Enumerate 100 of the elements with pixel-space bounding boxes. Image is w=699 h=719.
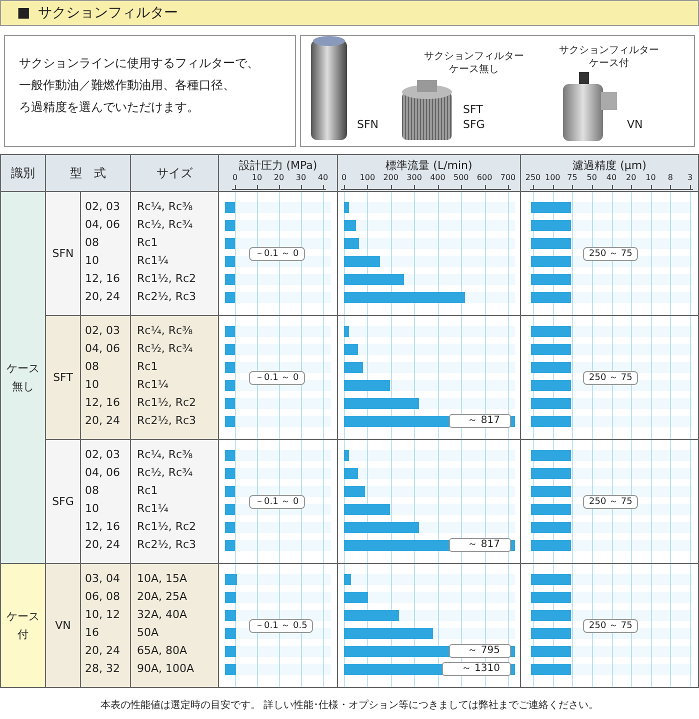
axis-tick-label: 700 [500,173,516,183]
port-size: Rc1½, Rc2 [137,519,198,535]
axis-tick-label: 10 [646,173,656,183]
value-tooltip: ～ 795 [448,644,511,658]
port-size: Rc½, Rc¾ [137,341,194,357]
size-number: 04, 06 [85,465,121,481]
value-tooltip: ～ 817 [448,538,511,552]
port-size: Rc1¼ [137,253,170,269]
product-caption: ケース無し [449,63,499,76]
port-size: Rc1 [137,359,159,375]
size-number: 06, 08 [85,589,121,605]
size-number: 20, 24 [85,289,121,305]
port-size: Rc2½, Rc3 [137,537,198,553]
size-number: 16 [85,625,100,641]
port-size: Rc1½, Rc2 [137,271,198,287]
size-number: 04, 06 [85,217,121,233]
range-tooltip: －0.1 ～ 0 [249,494,305,508]
axis-tick-label: 8 [668,173,673,183]
port-size: Rc1¼ [137,501,170,517]
axis-tick-label: 100 [544,173,560,183]
size-number: 20, 24 [85,413,121,429]
size-number: 10, 12 [85,607,121,623]
axis-tick-label: 10 [252,173,262,183]
category-cell: ケース 無し [0,192,46,564]
intro-text: ろ過精度を選んでいただけます。 [19,99,200,116]
port-size: 32A, 40A [137,607,188,623]
model-cell: SFN [46,192,80,316]
size-number: 08 [85,235,100,251]
square-bullet: ■ [17,5,30,21]
model-cell: VN [46,564,80,688]
axis-tick-label: 300 [406,173,422,183]
section-title: サクションフィルター [38,4,178,22]
port-size: Rc½, Rc¾ [137,217,194,233]
port-size: Rc1 [137,235,159,251]
model-cell: SFG [46,440,80,564]
range-tooltip: －0.1 ～ 0 [249,246,305,260]
port-size: Rc1¼ [137,377,170,393]
product-caption: ケース付 [589,57,629,70]
model-label: VN [627,117,643,132]
size-number: 02, 03 [85,323,121,339]
port-size: Rc¼, Rc⅜ [137,199,194,215]
model-cell: SFT [46,316,80,440]
axis-tick-label: 600 [476,173,492,183]
axis-tick-label: 500 [454,173,469,183]
axis-tick-label: 400 [430,173,446,183]
port-size: Rc2½, Rc3 [137,289,198,305]
intro-text: 一般作動油／難燃作動油用、各種口径、 [19,77,236,94]
port-size: 10A, 15A [137,571,188,587]
size-number: 08 [85,483,100,499]
size-number: 10 [85,501,100,517]
value-tooltip: ～ 1310 [442,662,511,676]
intro-text: サクションラインに使用するフィルターで、 [19,55,260,72]
axis-tick-label: 40 [318,173,328,183]
model-label: SFT [463,102,484,117]
port-size: Rc1 [137,483,159,499]
footnote: 本表の性能値は選定時の目安です。 詳しい性能･仕様・オプション等につきましては弊社までご連絡ください。 [99,698,600,712]
model-label: SFG [463,117,485,132]
axis-tick-label: 3 [687,173,693,183]
range-tooltip: －0.1 ～ 0.5 [249,618,314,632]
size-number: 20, 24 [85,537,121,553]
port-size: Rc¼, Rc⅜ [137,323,194,339]
size-number: 28, 32 [85,661,121,677]
range-tooltip: 250 ～ 75 [583,370,638,384]
axis-tick-label: 0 [341,173,347,183]
range-tooltip: 250 ～ 75 [583,246,638,260]
column-title: 濾過精度 (μm) [572,158,648,173]
strainer-element-drawing [399,78,455,142]
size-number: 12, 16 [85,395,121,411]
size-number: 12, 16 [85,271,121,287]
category-cell: ケース 付 [0,564,46,688]
value-tooltip: ～ 817 [448,414,511,428]
port-size: 90A, 100A [137,661,196,677]
size-number: 02, 03 [85,447,121,463]
axis-tick-label: 20 [274,173,284,183]
column-header: 型 式 [46,154,130,192]
axis-tick-label: 40 [606,173,617,183]
column-header: 識別 [0,154,46,192]
size-number: 20, 24 [85,643,121,659]
product-caption: サクションフィルター [424,50,524,63]
port-size: Rc2½, Rc3 [137,413,198,429]
range-tooltip: 250 ～ 75 [583,494,638,508]
size-number: 04, 06 [85,341,121,357]
column-title: 標準流量 (L/min) [384,158,474,173]
axis-tick-label: 20 [626,173,636,183]
axis-tick-label: 30 [296,173,306,183]
size-number: 03, 04 [85,571,121,587]
model-label: SFN [357,117,379,132]
product-caption: サクションフィルター [559,44,659,57]
port-size: Rc¼, Rc⅜ [137,447,194,463]
axis-tick-label: 0 [232,173,238,183]
range-tooltip: －0.1 ～ 0 [249,370,305,384]
axis-tick-label: 75 [567,173,578,183]
axis-tick-label: 50 [586,173,597,183]
size-number: 02, 03 [85,199,121,215]
size-number: 12, 16 [85,519,121,535]
size-number: 08 [85,359,100,375]
column-title: 設計圧力 (MPa) [238,158,318,173]
axis-tick-label: 200 [383,173,398,183]
port-size: 65A, 80A [137,643,188,659]
axis-tick-label: 100 [360,173,376,183]
